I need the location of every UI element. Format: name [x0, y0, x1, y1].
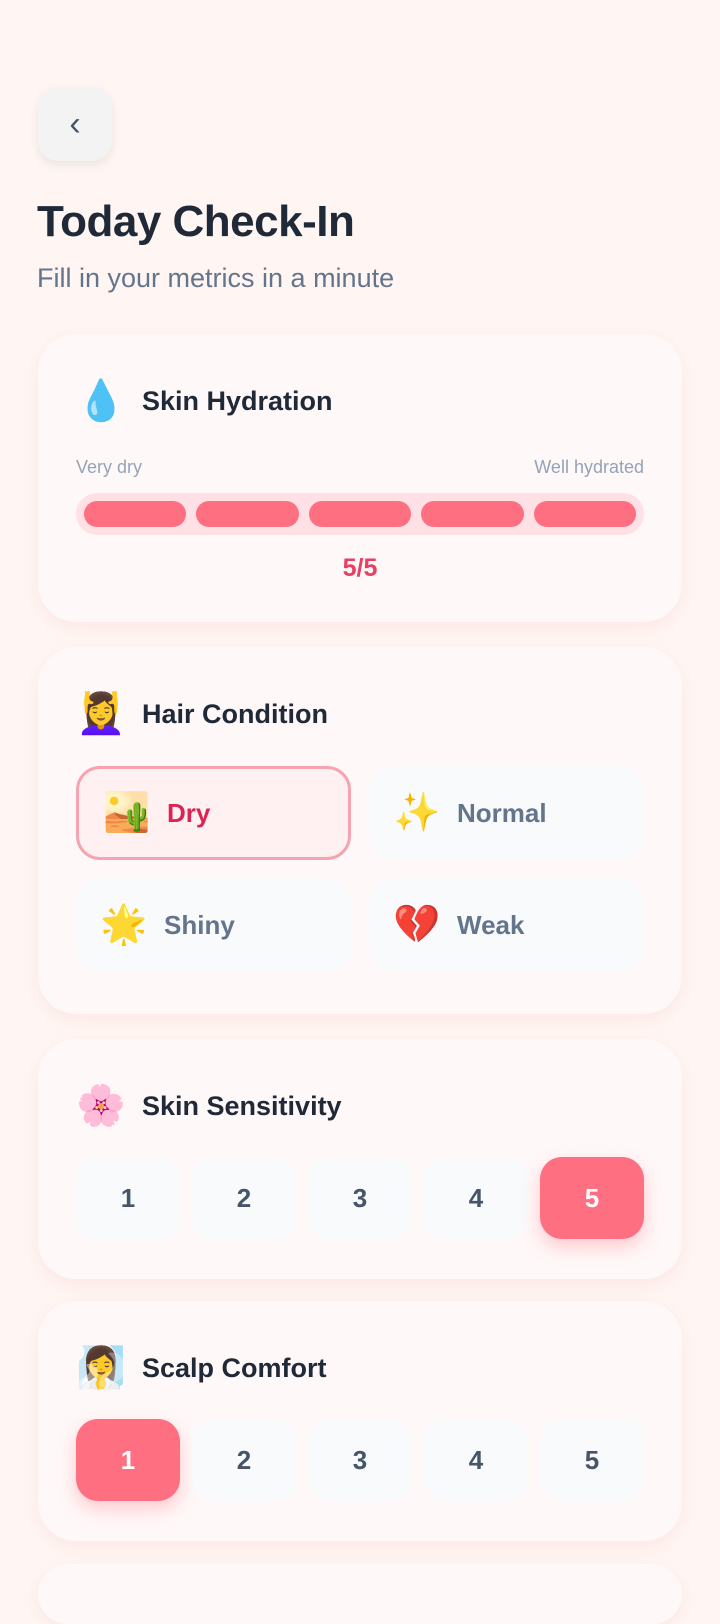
hydration-max-label: Well hydrated: [534, 457, 644, 477]
hair-option-dry[interactable]: 🏜️ Dry: [76, 766, 351, 860]
chevron-left-icon: ‹: [69, 105, 81, 143]
hair-condition-options: 🏜️ Dry ✨ Normal 🌟 Shiny 💔 Weak: [76, 766, 644, 972]
hair-condition-header: 💆‍♀️ Hair Condition: [76, 689, 328, 739]
hydration-segment-5[interactable]: [533, 501, 637, 527]
hair-option-label: Normal: [457, 797, 547, 828]
scalp-comfort-scale: 1 2 3 4 5: [76, 1419, 644, 1501]
next-card-preview: [38, 1564, 682, 1624]
skin-sensitivity-header: 🌸 Skin Sensitivity: [76, 1081, 342, 1131]
scalp-option-2[interactable]: 2: [192, 1419, 296, 1501]
droplet-icon: 💧: [76, 379, 126, 423]
hydration-segment-2[interactable]: [196, 501, 299, 527]
broken-heart-icon: 💔: [393, 904, 441, 946]
sparkles-icon: ✨: [393, 792, 441, 834]
page-subtitle: Fill in your metrics in a minute: [37, 263, 395, 293]
sensitivity-option-5[interactable]: 5: [540, 1157, 644, 1239]
sensitivity-option-4[interactable]: 4: [424, 1157, 528, 1239]
skin-sensitivity-card: 🌸 Skin Sensitivity 1 2 3 4 5: [38, 1039, 682, 1279]
hydration-segment-4[interactable]: [421, 501, 524, 527]
skin-hydration-title: Skin Hydration: [142, 385, 333, 416]
scalp-option-1[interactable]: 1: [76, 1419, 180, 1501]
back-button[interactable]: ‹: [38, 87, 112, 161]
sensitivity-option-1[interactable]: 1: [76, 1157, 180, 1239]
scalp-comfort-title: Scalp Comfort: [142, 1352, 327, 1383]
scalp-option-4[interactable]: 4: [424, 1419, 528, 1501]
scalp-comfort-header: 🧖‍♀️ Scalp Comfort: [76, 1343, 327, 1393]
hair-option-shiny[interactable]: 🌟 Shiny: [76, 878, 351, 972]
hydration-min-label: Very dry: [76, 457, 143, 477]
check-in-screen: ‹ Today Check-In Fill in your metrics in…: [0, 0, 720, 1624]
hair-option-label: Weak: [457, 909, 525, 940]
sensitivity-option-3[interactable]: 3: [308, 1157, 412, 1239]
sensitivity-option-2[interactable]: 2: [192, 1157, 296, 1239]
star-icon: 🌟: [100, 904, 148, 946]
skin-sensitivity-scale: 1 2 3 4 5: [76, 1157, 644, 1239]
hair-option-label: Shiny: [164, 909, 235, 940]
scalp-option-5[interactable]: 5: [540, 1419, 644, 1501]
hair-option-normal[interactable]: ✨ Normal: [369, 766, 644, 860]
hydration-scale-labels: Very dry Well hydrated: [76, 457, 644, 478]
hydration-segment-1[interactable]: [84, 501, 187, 527]
skin-sensitivity-title: Skin Sensitivity: [142, 1090, 342, 1121]
scalp-option-3[interactable]: 3: [308, 1419, 412, 1501]
hair-condition-title: Hair Condition: [142, 698, 328, 729]
hydration-slider[interactable]: [76, 493, 644, 535]
flower-icon: 🌸: [76, 1084, 126, 1128]
hair-condition-card: 💆‍♀️ Hair Condition 🏜️ Dry ✨ Normal 🌟 Sh…: [38, 647, 682, 1014]
hydration-value: 5/5: [342, 554, 378, 582]
skin-hydration-card: 💧 Skin Hydration Very dry Well hydrated …: [38, 334, 682, 622]
scalp-comfort-card: 🧖‍♀️ Scalp Comfort 1 2 3 4 5: [38, 1301, 682, 1541]
hair-option-label: Dry: [167, 797, 211, 828]
hair-icon: 💆‍♀️: [76, 692, 126, 736]
page-title: Today Check-In: [37, 197, 355, 246]
hydration-segment-3[interactable]: [308, 501, 412, 527]
desert-icon: 🏜️: [103, 792, 151, 834]
spa-person-icon: 🧖‍♀️: [76, 1346, 126, 1390]
hair-option-weak[interactable]: 💔 Weak: [369, 878, 644, 972]
skin-hydration-header: 💧 Skin Hydration: [76, 376, 333, 426]
